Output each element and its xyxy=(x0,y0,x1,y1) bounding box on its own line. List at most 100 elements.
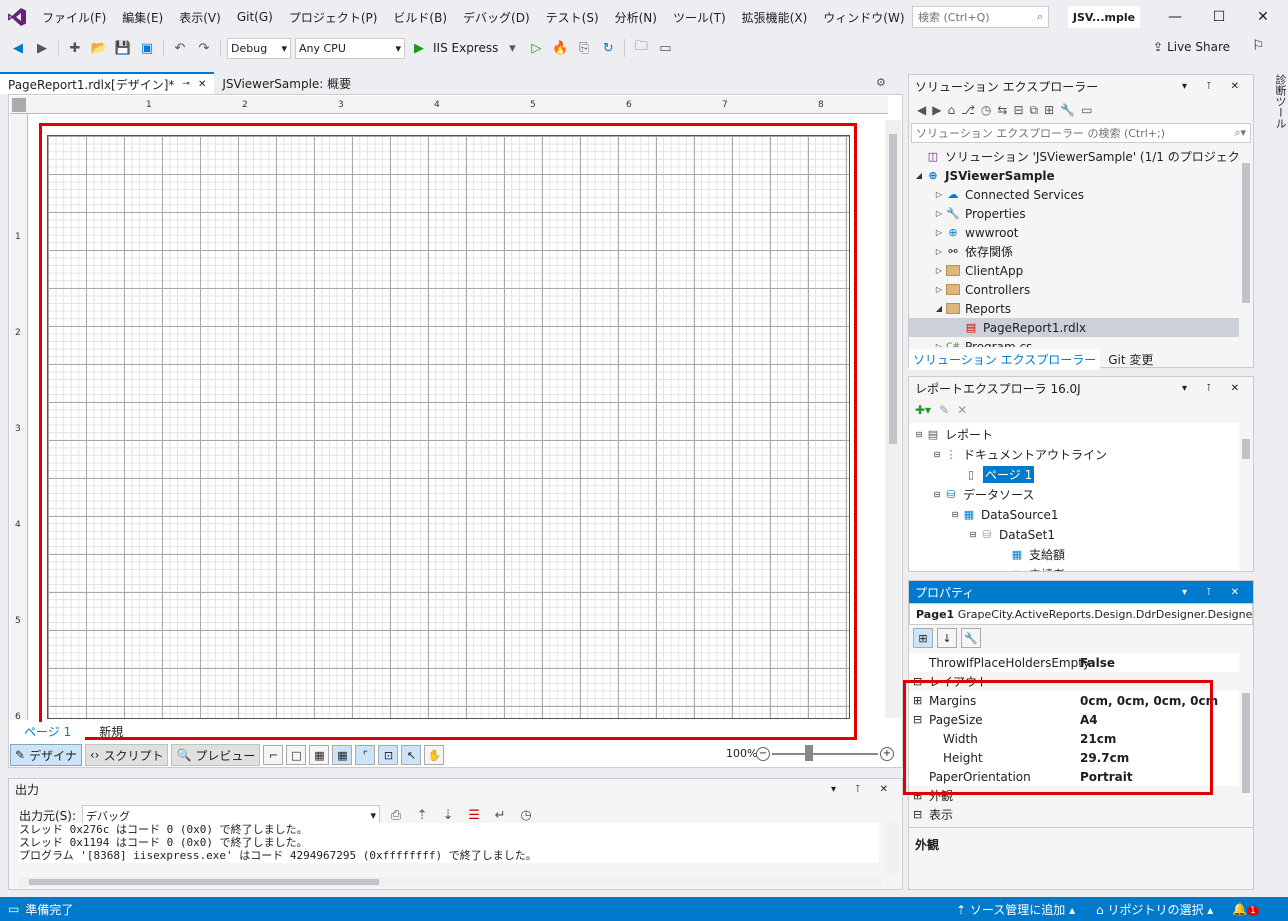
visual-studio-logo[interactable] xyxy=(0,0,34,34)
properties-wrench-icon[interactable]: 🔧 xyxy=(1060,103,1075,117)
dimension-lines-icon[interactable]: ⌜ xyxy=(355,745,376,765)
new-item-icon[interactable]: ✚ xyxy=(65,38,85,58)
back-icon[interactable]: ◀ xyxy=(917,103,926,117)
expander-icon[interactable]: ▷ xyxy=(933,285,945,294)
tree-item[interactable]: ▷ ⊕ wwwroot xyxy=(909,223,1019,242)
tree-item[interactable]: ⊟ ⋮ ドキュメントアウトライン xyxy=(909,445,1107,464)
forward-icon[interactable]: ▶ xyxy=(932,103,941,117)
save-all-icon[interactable]: ▣ xyxy=(137,38,157,58)
expander-icon[interactable]: ⊟ xyxy=(931,450,943,459)
tree-item[interactable]: ▷ C# Program.cs xyxy=(909,337,1032,348)
diagnostic-tools-side-tab[interactable]: 診断ツール xyxy=(1258,70,1288,130)
source-control-button[interactable]: ⇡ ソース管理に追加 ▴ xyxy=(956,901,1075,918)
search-box[interactable]: 検索 (Ctrl+Q) ⌕ xyxy=(912,6,1049,28)
output-vertical-scrollbar[interactable] xyxy=(885,823,899,873)
browser-link-icon[interactable]: ⎘ xyxy=(574,38,594,58)
solution-search-box[interactable]: ソリューション エクスプローラー の検索 (Ctrl+;) ⌕▾ xyxy=(911,123,1251,143)
design-surface-grid[interactable] xyxy=(47,135,850,719)
repository-button[interactable]: ⌂ リポジトリの選択 ▴ xyxy=(1096,901,1213,918)
page-tab[interactable]: ページ 1 xyxy=(10,722,86,740)
delete-icon[interactable]: ✕ xyxy=(957,403,967,417)
tree-item[interactable]: ⊟ ▦ DataSource1 xyxy=(909,505,1059,524)
tree-item[interactable]: ◫ ソリューション 'JSViewerSample' (1/1 のプロジェクト) xyxy=(909,147,1239,166)
minimize-button[interactable]: — xyxy=(1152,0,1198,34)
edit-icon[interactable]: ✎ xyxy=(939,403,949,417)
close-icon[interactable]: ✕ xyxy=(198,79,206,90)
tree-item[interactable]: ▦ 申請者 xyxy=(909,565,1065,571)
run-icon[interactable]: ▶ xyxy=(409,38,429,58)
hand-pan-icon[interactable]: ✋ xyxy=(424,745,445,765)
tree-item[interactable]: ▤ PageReport1.rdlx xyxy=(909,318,1239,337)
notification-bell-icon[interactable]: 🔔 1 xyxy=(1232,902,1259,916)
back-icon[interactable]: ◀ xyxy=(8,38,28,58)
platform-select[interactable]: Any CPU ▾ xyxy=(295,37,405,59)
preview-mode-button[interactable]: 🔍 プレビュー xyxy=(171,744,261,766)
expander-icon[interactable]: ⊟ xyxy=(949,510,961,519)
expander-icon[interactable]: ▷ xyxy=(933,228,945,237)
page-tab[interactable]: 新規 xyxy=(85,722,137,740)
tab-git-changes[interactable]: Git 変更 xyxy=(1100,349,1161,370)
preview-toggle-icon[interactable]: ⊞ xyxy=(1044,103,1054,117)
home-icon[interactable]: ⌂ xyxy=(947,103,955,117)
panel-controls[interactable]: ▾ ⊺ ✕ xyxy=(831,784,896,795)
snap-grid-icon[interactable]: ⊡ xyxy=(378,745,399,765)
tree-item[interactable]: ▦ 支給額 xyxy=(909,545,1065,564)
live-share-button[interactable]: ⇪ Live Share xyxy=(1153,40,1230,54)
scroll-thumb[interactable] xyxy=(889,134,897,444)
forward-icon[interactable]: ▶ xyxy=(32,38,52,58)
tab-document[interactable]: JSViewerSample: 概要 xyxy=(214,72,359,94)
undo-icon[interactable]: ↶ xyxy=(170,38,190,58)
scroll-thumb[interactable] xyxy=(1242,163,1250,303)
expander-icon[interactable]: ▷ xyxy=(933,190,945,199)
zoom-out-icon[interactable]: − xyxy=(756,747,770,761)
show-all-icon[interactable]: ⧉ xyxy=(1030,103,1039,118)
menu-item[interactable]: ファイル(F) xyxy=(34,9,114,26)
property-value[interactable]: False xyxy=(1074,656,1115,670)
collapse-icon[interactable]: ⊟ xyxy=(1013,103,1023,117)
menu-item[interactable]: Git(G) xyxy=(229,10,281,24)
menu-item[interactable]: 分析(N) xyxy=(607,9,665,26)
scroll-thumb[interactable] xyxy=(1242,439,1250,459)
save-icon[interactable]: 💾 xyxy=(113,38,133,58)
tree-item[interactable]: ◢ Reports xyxy=(909,299,1011,318)
panel-controls[interactable]: ▾ ⊺ ✕ xyxy=(1182,383,1247,394)
grid-large-icon[interactable]: ▦ xyxy=(332,745,353,765)
tree-item[interactable]: ▯ ページ 1 xyxy=(909,465,1035,484)
run-target-label[interactable]: IIS Express xyxy=(433,41,498,55)
switch-views-icon[interactable]: ⎇ xyxy=(961,103,975,117)
categorized-icon[interactable]: ⊞ xyxy=(913,628,933,648)
maximize-button[interactable]: ☐ xyxy=(1196,0,1242,34)
menu-item[interactable]: プロジェクト(P) xyxy=(281,9,386,26)
menu-item[interactable]: デバッグ(D) xyxy=(455,9,538,26)
add-icon[interactable]: ✚▾ xyxy=(915,403,931,417)
expander-icon[interactable]: ◢ xyxy=(933,304,945,313)
tree-item[interactable]: ▷ ClientApp xyxy=(909,261,1023,280)
refresh-icon[interactable]: ↻ xyxy=(598,38,618,58)
properties-object-select[interactable]: Page1 GrapeCity.ActiveReports.Design.Ddr… xyxy=(909,603,1253,625)
script-mode-button[interactable]: ‹› スクリプト xyxy=(84,744,169,766)
menu-item[interactable]: 表示(V) xyxy=(171,9,229,26)
start-without-debug-icon[interactable]: ▷ xyxy=(526,38,546,58)
expander-icon[interactable]: ▷ xyxy=(933,266,945,275)
expander-icon[interactable]: ⊟ xyxy=(967,530,979,539)
tree-item[interactable]: ⊟ ⛁ データソース xyxy=(909,485,1035,504)
grid-small-icon[interactable]: ▦ xyxy=(309,745,330,765)
pending-changes-icon[interactable]: ◷ xyxy=(981,103,991,117)
tab-document[interactable]: PageReport1.rdlx[デザイン]* ⊸ ✕ xyxy=(0,72,215,94)
tree-item[interactable]: ▷ ⚯ 依存関係 xyxy=(909,242,1013,261)
designer-mode-button[interactable]: ✎ デザイナ xyxy=(10,744,82,766)
tree-item[interactable]: ▷ ☁ Connected Services xyxy=(909,185,1084,204)
menu-item[interactable]: テスト(S) xyxy=(538,9,607,26)
configuration-select[interactable]: Debug ▾ xyxy=(227,37,291,59)
expander-icon[interactable]: ⊟ xyxy=(913,808,922,821)
alphabetical-icon[interactable]: ↓ xyxy=(937,628,957,648)
tree-item[interactable]: ▷ Controllers xyxy=(909,280,1030,299)
expander-icon[interactable]: ▷ xyxy=(933,209,945,218)
chevron-down-icon[interactable]: ▾ xyxy=(502,38,522,58)
close-button[interactable]: ✕ xyxy=(1240,0,1286,34)
scroll-thumb[interactable] xyxy=(29,879,379,885)
preview-selected-icon[interactable]: ▭ xyxy=(1081,103,1092,117)
zoom-slider[interactable] xyxy=(772,753,878,755)
property-row[interactable]: ⊟ 表示 xyxy=(909,805,1239,824)
zoom-in-icon[interactable]: + xyxy=(880,747,894,761)
